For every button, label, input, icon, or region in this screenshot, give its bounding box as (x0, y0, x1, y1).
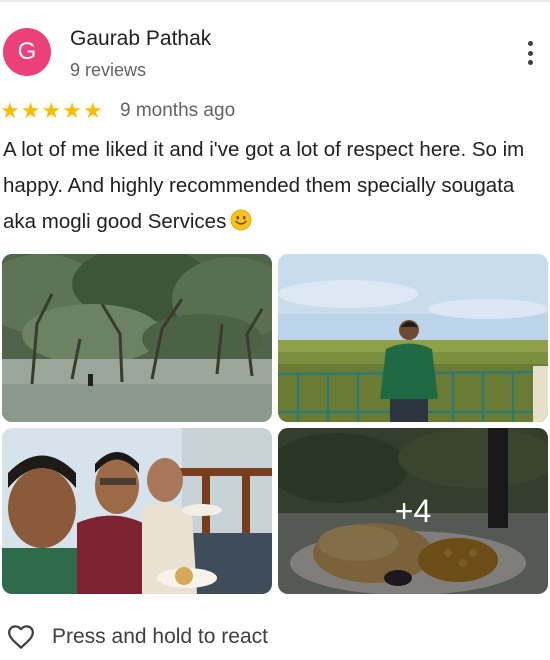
review-date: 9 months ago (120, 100, 236, 121)
more-photos-count: +4 (394, 492, 432, 529)
heart-icon (8, 625, 34, 649)
author-name[interactable]: Gaurab Pathak (70, 27, 211, 51)
top-divider (0, 0, 550, 2)
smiling-face-emoji (230, 209, 252, 231)
author-review-count: 9 reviews (70, 60, 147, 80)
review-text: A lot of me liked it and i've got a lot … (3, 132, 548, 240)
star-icon: ★ (0, 98, 20, 123)
star-icon: ★ (41, 98, 62, 123)
review-text-body: A lot of me liked it and i've got a lot … (3, 138, 525, 233)
star-icon: ★ (20, 98, 41, 123)
react-label: Press and hold to react (52, 625, 268, 648)
food-plate-photo[interactable]: +4 (278, 428, 548, 594)
more-photos-overlay: +4 (278, 428, 548, 594)
star-icon: ★ (82, 98, 103, 123)
avatar[interactable]: G (3, 28, 51, 76)
avatar-initial: G (17, 38, 37, 65)
star-rating: ★ ★ ★ ★ ★ (0, 99, 103, 123)
more-vert-icon[interactable] (518, 38, 542, 68)
react-button[interactable]: Press and hold to react (5, 622, 268, 652)
man-on-watchtower-photo[interactable] (278, 254, 548, 422)
star-icon: ★ (62, 98, 82, 123)
group-selfie-photo[interactable] (2, 428, 272, 594)
mangrove-forest-photo[interactable] (2, 254, 272, 422)
